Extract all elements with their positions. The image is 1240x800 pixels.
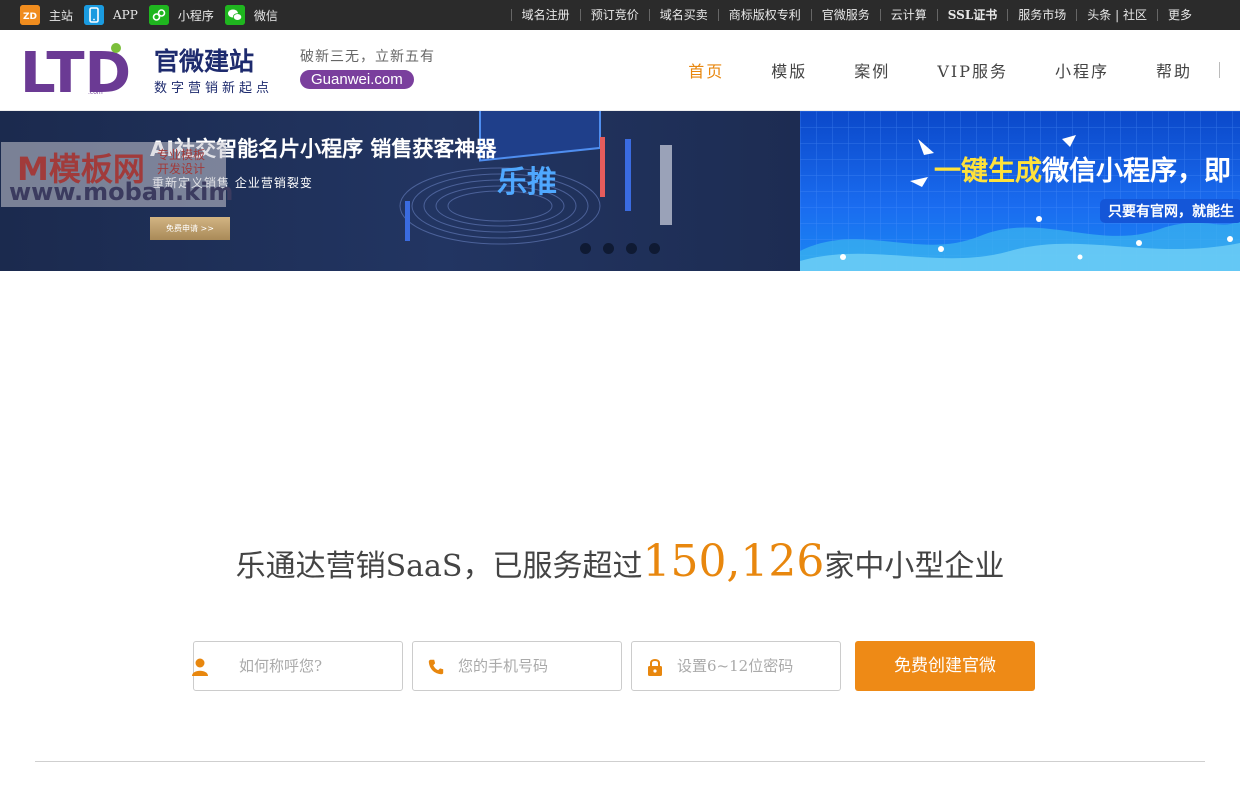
topbar-link-domain-trade[interactable]: 域名买卖 (648, 9, 718, 21)
watermark-url-text: www.moban.kim (9, 178, 234, 206)
topbar-link-market[interactable]: 服务市场 (1007, 9, 1076, 21)
watermark-overlay: M模板网 www.moban.kim 专业模板 开发设计 (1, 142, 233, 207)
banner2-title-rest: 微信小程序，即 (1042, 156, 1231, 187)
banner-dot-3[interactable] (626, 243, 637, 254)
stats-suffix: 家中小型企业 (824, 549, 1005, 584)
site-logo[interactable]: LTD .com 官微建站 数字营销新起点 (20, 41, 280, 106)
phone-field-wrapper (412, 641, 622, 691)
topbar-wechat-link[interactable]: 微信 (224, 5, 278, 25)
banner-slide-mini-program[interactable]: 一键生成微信小程序，即 只要有官网，就能生 (800, 111, 1240, 271)
banner2-title-highlight: 一键生成 (934, 156, 1042, 187)
service-stats: 乐通达营销SaaS，已服务超过150,126家中小型企业 (0, 536, 1240, 587)
banner2-title: 一键生成微信小程序，即 (934, 149, 1231, 188)
topbar-link-guanwei-service[interactable]: 官微服务 (810, 9, 880, 21)
nav-home[interactable]: 首页 (688, 58, 724, 82)
topbar-app-link[interactable]: APP (84, 5, 138, 25)
topbar-mini-program-link[interactable]: 小程序 (148, 5, 214, 25)
grid-wave-graphic (800, 111, 1240, 271)
stats-number: 150,126 (642, 536, 825, 587)
create-site-button[interactable]: 免费创建官微 (855, 641, 1035, 691)
phone-icon (428, 659, 444, 675)
banner-dot-1[interactable] (580, 243, 591, 254)
wechat-icon (224, 5, 245, 25)
hero-banner[interactable]: 乐推 AI社交智能名片小程序 销售获客神器 重新定义销售 企业营销裂变 免费申请… (0, 111, 1240, 271)
svg-text:ZD: ZD (23, 12, 37, 22)
nav-cases[interactable]: 案例 (854, 58, 890, 82)
lock-icon (648, 659, 662, 676)
topbar-link-news-community[interactable]: 头条 | 社区 (1076, 9, 1157, 21)
banner-dot-4[interactable] (649, 243, 660, 254)
topbar-wechat-label: 微信 (253, 8, 278, 23)
name-input[interactable] (239, 642, 399, 690)
slogan-line1: 破新三无，立新五有 (300, 49, 435, 65)
topbar-mini-program-label: 小程序 (177, 8, 214, 23)
phone-app-icon (84, 5, 105, 25)
topbar-link-trademark[interactable]: 商标版权专利 (717, 9, 811, 21)
site-header: LTD .com 官微建站 数字营销新起点 破新三无，立新五有 Guanwei.… (0, 30, 1240, 111)
topbar-link-cloud[interactable]: 云计算 (879, 9, 937, 21)
topbar-link-reserve-bid[interactable]: 预订竞价 (579, 9, 649, 21)
topbar-home-label: 主站 (49, 8, 74, 23)
nav-help[interactable]: 帮助 (1156, 58, 1192, 82)
slogan-domain-badge: Guanwei.com (300, 70, 414, 89)
phone-input[interactable] (458, 642, 618, 690)
topbar-app-label: APP (113, 8, 138, 22)
name-field-wrapper (192, 641, 403, 691)
logo-small-text: .com (88, 89, 103, 96)
banner-brand-text: 乐推 (497, 165, 557, 200)
topbar-link-ssl[interactable]: SSL证书 (936, 9, 1008, 21)
user-icon (192, 658, 208, 676)
stats-prefix: 乐通达营销SaaS，已服务超过 (235, 549, 643, 584)
password-field-wrapper (631, 641, 841, 691)
mini-program-icon (148, 5, 169, 25)
nav-vip[interactable]: VIP服务 (937, 58, 1008, 82)
banner-dot-2[interactable] (603, 243, 614, 254)
section-divider (35, 761, 1205, 762)
header-slogan: 破新三无，立新五有 Guanwei.com (300, 46, 440, 89)
topbar-link-more[interactable]: 更多 (1156, 9, 1202, 21)
top-bar-left: ZD 主站 APP 小程序 微信 (20, 0, 289, 30)
watermark-side-text: 专业模板 开发设计 (157, 148, 206, 176)
password-input[interactable] (677, 642, 837, 690)
banner-pagination (580, 243, 672, 254)
topbar-link-domain-register[interactable]: 域名注册 (510, 9, 580, 21)
main-nav: 首页 模版 案例 VIP服务 小程序 帮助 (641, 30, 1220, 110)
home-logo-icon: ZD (20, 5, 40, 25)
top-bar-links: 域名注册 预订竞价 域名买卖 商标版权专利 官微服务 云计算 SSL证书 服务市… (510, 0, 1202, 30)
signup-form: 免费创建官微 (192, 641, 1035, 691)
banner-apply-button[interactable]: 免费申请 >> (150, 217, 230, 240)
logo-title-text: 官微建站 (154, 47, 254, 76)
topbar-home-link[interactable]: ZD 主站 (20, 5, 73, 25)
nav-mini-program[interactable]: 小程序 (1055, 58, 1109, 82)
logo-tagline-text: 数字营销新起点 (154, 80, 273, 96)
banner-slide-ai-card[interactable]: 乐推 AI社交智能名片小程序 销售获客神器 重新定义销售 企业营销裂变 免费申请… (0, 111, 800, 271)
nav-templates[interactable]: 模版 (771, 58, 807, 82)
top-bar: ZD 主站 APP 小程序 微信 域名注册 预订竞价 域名买卖 商标版权专利 官… (0, 0, 1240, 30)
banner2-badge: 只要有官网，就能生 (1100, 199, 1240, 223)
nav-divider (1219, 62, 1220, 78)
